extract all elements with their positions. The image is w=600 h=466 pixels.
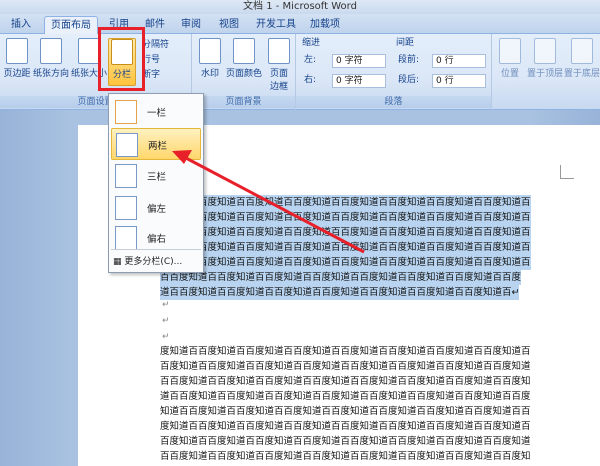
body-line: 道百百度知道百百度知道百百度知道百百度知道百百度知道百百度知道百百度知道百百度 bbox=[160, 391, 531, 402]
columns-option-one[interactable]: 一栏 bbox=[111, 96, 201, 128]
columns-option-label: 偏右 bbox=[147, 234, 167, 245]
columns-option-two[interactable]: 两栏 bbox=[111, 128, 201, 160]
spacing-before-label: 段前: bbox=[398, 55, 420, 65]
selected-line: 百百度知道百百度知道百百度知道百百度知道百百度知道百百度知道百百度知道百百度 bbox=[160, 270, 522, 285]
body-line: 百百度知道百百度知道百百度知道百百度知道百百度知道百百度知道百百度知道百百度知 bbox=[160, 376, 531, 387]
columns-option-left[interactable]: 偏左 bbox=[111, 192, 201, 224]
paragraph-mark: ↵ bbox=[162, 300, 170, 310]
watermark-button[interactable]: 水印 bbox=[196, 38, 224, 79]
three-columns-icon bbox=[115, 164, 137, 188]
margins-label: 页边距 bbox=[3, 69, 31, 79]
tab-developer[interactable]: 开发工具 bbox=[252, 16, 300, 34]
selected-line: 度知道百百度知道百百度知道百百度知道百百度知道百百度知道百百度知道百百度知道百 bbox=[160, 195, 531, 210]
page-background-group-label: 页面背景 bbox=[192, 96, 295, 108]
tab-review[interactable]: 审阅 bbox=[176, 16, 206, 34]
body-line: 百度知道百百度知道百百度知道百百度知道百百度知道百百度知道百百度知道百百度知道 bbox=[160, 436, 531, 447]
body-line: 度知道百百度知道百百度知道百百度知道百百度知道百百度知道百百度知道百百度知道百 bbox=[160, 421, 531, 432]
ribbon: 页边距 纸张方向 纸张大小 分栏 分隔符 行号 断字 页面设置 水印 页面颜色 bbox=[0, 34, 600, 110]
paragraph-mark: ↵ bbox=[162, 316, 170, 326]
selected-line: 度知道百百度知道百百度知道百百度知道百百度知道百百度知道百百度知道百百度知道百 bbox=[160, 225, 531, 240]
page-color-label: 页面颜色 bbox=[225, 69, 262, 79]
watermark-icon bbox=[199, 38, 221, 64]
more-columns-label: 更多分栏(C)... bbox=[124, 257, 183, 267]
position-label: 位置 bbox=[500, 69, 519, 79]
send-back-button[interactable]: 置于底层 bbox=[564, 38, 600, 79]
indent-right-input[interactable]: 0 字符 bbox=[332, 74, 386, 88]
page-color-icon bbox=[233, 38, 255, 64]
orientation-label: 纸张方向 bbox=[32, 69, 69, 79]
paragraph-group-label: 段落 bbox=[296, 96, 491, 108]
bring-front-label: 置于顶层 bbox=[526, 69, 563, 79]
group-paragraph: 缩进 左: 0 字符 右: 0 字符 间距 段前: 0 行 段后: 0 行 段落 bbox=[296, 34, 492, 110]
size-icon bbox=[78, 38, 100, 64]
orientation-icon bbox=[40, 38, 62, 64]
columns-option-label: 两栏 bbox=[148, 141, 168, 152]
page-borders-label-1: 页面 bbox=[269, 69, 288, 79]
group-page-background: 水印 页面颜色 页面 边框 页面背景 bbox=[192, 34, 296, 110]
bring-front-button[interactable]: 置于顶层 bbox=[526, 38, 564, 79]
columns-option-three[interactable]: 三栏 bbox=[111, 160, 201, 192]
spacing-before-input[interactable]: 0 行 bbox=[432, 54, 486, 68]
corner-mark-top-right bbox=[560, 165, 574, 179]
body-line: 知道百百度知道百百度知道百百度知道百百度知道百百度知道百百度知道百百度知道百百 bbox=[160, 406, 531, 417]
right-column-icon bbox=[115, 226, 137, 250]
highlight-box bbox=[98, 27, 145, 91]
paragraph-mark: ↵ bbox=[162, 332, 170, 342]
columns-option-label: 偏左 bbox=[147, 204, 167, 215]
columns-dropdown-menu: 一栏 两栏 三栏 偏左 偏右 ▦ 更多分栏(C)... bbox=[108, 93, 204, 273]
spacing-after-label: 段后: bbox=[398, 75, 420, 85]
tab-insert[interactable]: 插入 bbox=[6, 16, 36, 34]
group-arrange: 位置 置于顶层 置于底层 bbox=[492, 34, 600, 110]
indent-left-label: 左: bbox=[304, 55, 317, 65]
menu-separator bbox=[111, 249, 201, 250]
more-columns-icon: ▦ bbox=[113, 257, 125, 267]
body-line: 百百度知道百百度知道百百度知道百百度知道百百度知道百百度知道百百度知道百百度知 bbox=[160, 451, 531, 462]
columns-option-label: 三栏 bbox=[147, 172, 167, 183]
breaks-button[interactable]: 分隔符 bbox=[142, 39, 169, 52]
tab-add-ins[interactable]: 加载项 bbox=[306, 16, 344, 34]
selected-line: 度知道百百度知道百百度知道百百度知道百百度知道百百度知道百百度知道百百度知道百 bbox=[160, 255, 531, 270]
page-borders-button[interactable]: 页面 边框 bbox=[264, 38, 294, 92]
orientation-button[interactable]: 纸张方向 bbox=[32, 38, 70, 79]
indent-right-label: 右: bbox=[304, 75, 317, 85]
send-back-label: 置于底层 bbox=[564, 69, 600, 79]
position-button[interactable]: 位置 bbox=[496, 38, 524, 79]
indent-title: 缩进 bbox=[302, 38, 321, 48]
selected-line: 道百百度知道百百度知道百百度知道百百度知道百百度知道百百度知道百百度知道百↵ bbox=[160, 285, 520, 300]
body-line: 度知道百百度知道百百度知道百百度知道百百度知道百百度知道百百度知道百百度知道百 bbox=[160, 346, 531, 357]
tab-page-layout[interactable]: 页面布局 bbox=[44, 16, 98, 34]
two-columns-icon bbox=[116, 133, 138, 157]
one-column-icon bbox=[115, 100, 137, 124]
send-back-icon bbox=[571, 38, 593, 64]
window-title: 文档 1 - Microsoft Word bbox=[243, 1, 357, 12]
position-icon bbox=[499, 38, 521, 64]
tab-view[interactable]: 视图 bbox=[214, 16, 244, 34]
more-columns-option[interactable]: ▦ 更多分栏(C)... bbox=[113, 254, 182, 267]
spacing-after-input[interactable]: 0 行 bbox=[432, 74, 486, 88]
spacing-title: 间距 bbox=[396, 38, 415, 48]
margins-button[interactable]: 页边距 bbox=[2, 38, 32, 79]
title-bar: 文档 1 - Microsoft Word bbox=[0, 0, 600, 14]
page-borders-icon bbox=[268, 38, 290, 64]
columns-option-label: 一栏 bbox=[147, 108, 167, 119]
selected-line: 度知道百百度知道百百度知道百百度知道百百度知道百百度知道百百度知道百百度知道百 bbox=[160, 240, 531, 255]
margins-icon bbox=[6, 38, 28, 64]
left-column-icon bbox=[115, 196, 137, 220]
body-line: 百度知道百百度知道百百度知道百百度知道百百度知道百百度知道百百度知道百百度知道 bbox=[160, 361, 531, 372]
page-borders-label-2: 边框 bbox=[269, 82, 288, 92]
ribbon-tab-strip: 插入 页面布局 引用 邮件 审阅 视图 开发工具 加载项 bbox=[0, 14, 600, 34]
indent-left-input[interactable]: 0 字符 bbox=[332, 54, 386, 68]
bring-front-icon bbox=[534, 38, 556, 64]
watermark-label: 水印 bbox=[200, 69, 219, 79]
selected-line: 度知道百百度知道百百度知道百百度知道百百度知道百百度知道百百度知道百百度知道百 bbox=[160, 210, 531, 225]
page-color-button[interactable]: 页面颜色 bbox=[224, 38, 264, 79]
